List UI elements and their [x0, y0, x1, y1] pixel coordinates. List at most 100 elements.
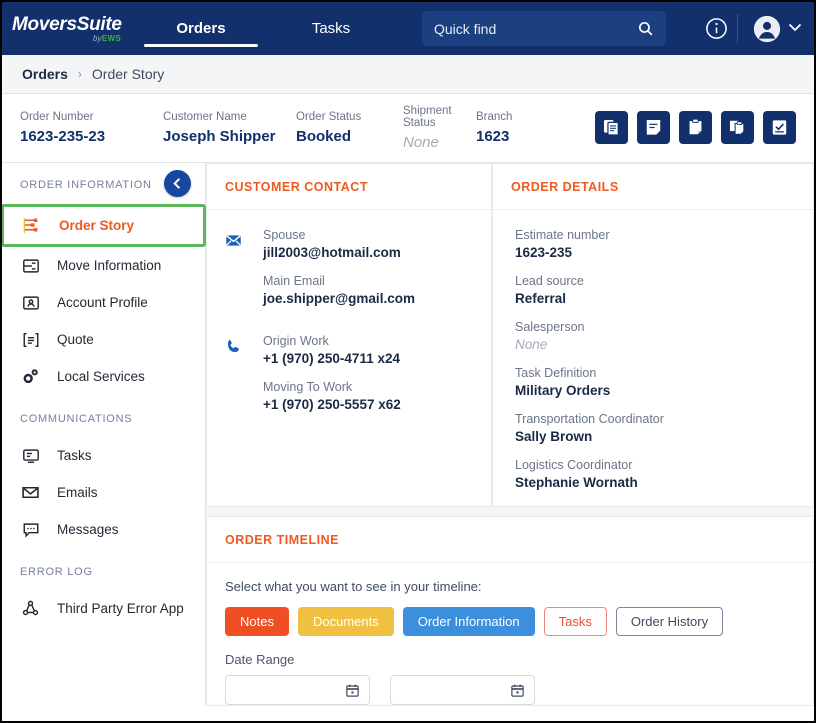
date-to-input[interactable] [390, 675, 535, 705]
date-range-inputs [225, 675, 795, 705]
info-circle-icon[interactable] [705, 17, 728, 40]
customer-name-field: Customer Name Joseph Shipper [163, 111, 296, 145]
order-action-buttons [595, 111, 796, 144]
user-avatar-icon[interactable] [753, 15, 781, 43]
copy-document-button[interactable] [595, 111, 628, 144]
main-email-value: joe.shipper@gmail.com [263, 291, 473, 306]
quote-icon [20, 329, 41, 350]
tab-orders-label: Orders [176, 20, 225, 37]
tab-tasks-label: Tasks [312, 20, 350, 37]
top-cards-row: CUSTOMER CONTACT [206, 163, 814, 507]
app-window: MoversSuite byEWS Orders Tasks [0, 0, 816, 723]
origin-work-phone: Origin Work +1 (970) 250-4711 x24 [263, 334, 473, 366]
task-definition-value: Military Orders [515, 383, 795, 398]
email-lines: Spouse jill2003@hotmail.com Main Email j… [263, 228, 473, 320]
spouse-email: Spouse jill2003@hotmail.com [263, 228, 473, 260]
nav-divider [737, 14, 738, 43]
envelope-icon [225, 232, 242, 249]
search-icon[interactable] [637, 20, 654, 37]
clipboard-icon [686, 118, 705, 137]
moving-to-work-phone: Moving To Work +1 (970) 250-5557 x62 [263, 380, 473, 412]
shipment-status-label: Shipment Status [403, 105, 476, 129]
transportation-coordinator-label: Transportation Coordinator [515, 412, 795, 426]
clipboard-button[interactable] [679, 111, 712, 144]
order-timeline-title: ORDER TIMELINE [207, 517, 813, 563]
date-from-input[interactable] [225, 675, 370, 705]
logo-subtext: byEWS [93, 35, 121, 43]
sidebar-item-account-profile[interactable]: Account Profile [2, 284, 205, 321]
sidebar-item-local-services-label: Local Services [57, 369, 145, 384]
document-note-button[interactable] [637, 111, 670, 144]
transportation-coordinator-row: Transportation Coordinator Sally Brown [515, 412, 795, 444]
logo-by-text: by [93, 34, 102, 43]
sidebar-item-messages[interactable]: Messages [2, 511, 205, 548]
chevron-left-icon [171, 177, 184, 190]
quick-find-search[interactable] [422, 11, 666, 46]
clipboard-check-button[interactable] [763, 111, 796, 144]
sidebar-item-emails[interactable]: Emails [2, 474, 205, 511]
sidebar-item-quote[interactable]: Quote [2, 321, 205, 358]
lead-source-value: Referral [515, 291, 795, 306]
logo-text: MoversSuite [12, 15, 124, 34]
sidebar-item-order-story-label: Order Story [59, 218, 134, 233]
branch-value: 1623 [476, 128, 536, 145]
clipboard-copy-button[interactable] [721, 111, 754, 144]
chip-order-history[interactable]: Order History [616, 607, 723, 636]
order-details-body: Estimate number 1623-235 Lead source Ref… [493, 210, 813, 490]
chevron-down-icon[interactable] [788, 23, 802, 32]
main-email-label: Main Email [263, 274, 473, 288]
breadcrumb-root[interactable]: Orders [22, 66, 68, 82]
chip-order-information[interactable]: Order Information [403, 607, 535, 636]
customer-name-label: Customer Name [163, 111, 296, 123]
app-logo[interactable]: MoversSuite byEWS [2, 15, 124, 43]
customer-name-value: Joseph Shipper [163, 128, 296, 145]
tab-orders[interactable]: Orders [136, 2, 266, 55]
spouse-email-value: jill2003@hotmail.com [263, 245, 473, 260]
order-timeline-card: ORDER TIMELINE Select what you want to s… [206, 516, 814, 706]
lead-source-row: Lead source Referral [515, 274, 795, 306]
logistics-coordinator-row: Logistics Coordinator Stephanie Wornath [515, 458, 795, 490]
sidebar-item-quote-label: Quote [57, 332, 94, 347]
chip-tasks-label: Tasks [559, 614, 592, 629]
page-body: ORDER INFORMATION [2, 163, 814, 706]
moving-to-work-phone-value: +1 (970) 250-5557 x62 [263, 397, 473, 412]
customer-contact-body: Spouse jill2003@hotmail.com Main Email j… [207, 210, 491, 426]
chip-order-history-label: Order History [631, 614, 708, 629]
sidebar-item-tasks[interactable]: Tasks [2, 437, 205, 474]
order-details-card: ORDER DETAILS Estimate number 1623-235 L… [492, 163, 814, 507]
chip-notes[interactable]: Notes [225, 607, 289, 636]
task-definition-row: Task Definition Military Orders [515, 366, 795, 398]
sidebar-item-emails-label: Emails [57, 485, 98, 500]
sidebar-collapse-button[interactable] [164, 170, 191, 197]
search-input[interactable] [434, 21, 637, 37]
tab-tasks[interactable]: Tasks [266, 2, 396, 55]
logistics-coordinator-label: Logistics Coordinator [515, 458, 795, 472]
breadcrumb-current: Order Story [92, 66, 164, 82]
logo-brand-text: EWS [102, 34, 121, 43]
breadcrumb: Orders › Order Story [2, 55, 814, 94]
sidebar-item-order-story[interactable]: Order Story [4, 207, 203, 244]
salesperson-label: Salesperson [515, 320, 795, 334]
sidebar-item-account-profile-label: Account Profile [57, 295, 148, 310]
salesperson-value: None [515, 337, 795, 352]
sidebar-item-third-party-error-app[interactable]: Third Party Error App [2, 590, 205, 627]
order-status-label: Order Status [296, 111, 403, 123]
phone-contact-group: Origin Work +1 (970) 250-4711 x24 Moving… [225, 334, 473, 426]
order-summary-bar: Order Number 1623-235-23 Customer Name J… [2, 94, 814, 163]
customer-contact-title: CUSTOMER CONTACT [207, 164, 491, 210]
order-story-icon [22, 215, 43, 236]
sidebar-item-local-services[interactable]: Local Services [2, 358, 205, 395]
calendar-icon[interactable] [345, 683, 360, 698]
estimate-number-label: Estimate number [515, 228, 795, 242]
order-timeline-body: Select what you want to see in your time… [207, 563, 813, 705]
chip-notes-label: Notes [240, 614, 274, 629]
chip-documents[interactable]: Documents [298, 607, 394, 636]
chip-tasks[interactable]: Tasks [544, 607, 607, 636]
calendar-icon[interactable] [510, 683, 525, 698]
sidebar-item-move-information[interactable]: Move Information [2, 247, 205, 284]
phone-icon [225, 338, 242, 355]
clipboard-check-icon [770, 118, 789, 137]
envelope-icon [20, 482, 41, 503]
email-group-icon-slot [225, 228, 263, 320]
sidebar-section-error-log-title: ERROR LOG [2, 566, 205, 578]
